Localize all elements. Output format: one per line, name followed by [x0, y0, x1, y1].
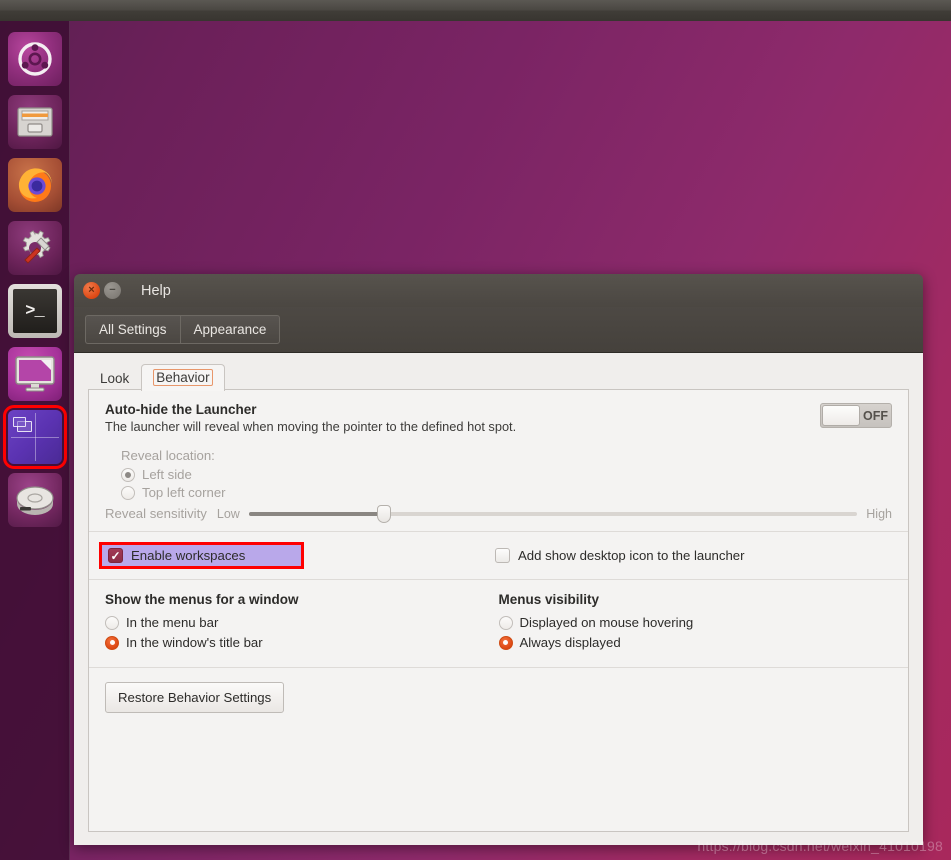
show-menus-option-title-bar-label: In the window's title bar	[126, 635, 263, 650]
show-menus-option-menu-bar-label: In the menu bar	[126, 615, 219, 630]
menus-visibility-option-always-label: Always displayed	[519, 635, 621, 650]
tab-look[interactable]: Look	[88, 366, 141, 391]
appearance-button[interactable]: Appearance	[179, 315, 281, 344]
help-window[interactable]: × − Help All Settings Appearance Look Be…	[74, 274, 923, 845]
show-menus-option-menu-bar[interactable]: In the menu bar	[105, 615, 499, 630]
launcher-item-files[interactable]	[7, 94, 63, 150]
menus-section: Show the menus for a window In the menu …	[89, 580, 908, 668]
reveal-sensitivity-high-label: High	[866, 506, 892, 521]
terminal-prompt-glyph: >_	[12, 289, 57, 333]
watermark-text: https://blog.csdn.net/weixin_41010198	[697, 838, 943, 854]
radio-top-left-corner-icon	[121, 485, 135, 500]
launcher-item-terminal[interactable]: >_	[7, 283, 63, 339]
autohide-toggle-knob	[822, 405, 860, 426]
launcher-item-workspace-switcher[interactable]	[2, 405, 67, 469]
menus-visibility-option-always[interactable]: Always displayed	[498, 635, 893, 650]
reveal-sensitivity-low-label: Low	[216, 506, 240, 521]
radio-displayed-on-mouse-hovering-icon	[498, 615, 513, 630]
radio-in-the-menu-bar-icon	[105, 615, 119, 630]
enable-workspaces-label: Enable workspaces	[131, 548, 246, 563]
file-cabinet-icon	[7, 95, 62, 149]
add-show-desktop-icon-row[interactable]: Add show desktop icon to the launcher	[495, 548, 745, 563]
radio-left-side-icon	[121, 467, 135, 482]
launcher-item-firefox[interactable]	[7, 157, 63, 213]
show-menus-column: Show the menus for a window In the menu …	[105, 592, 499, 655]
reveal-location-label: Reveal location:	[121, 448, 215, 463]
launcher-item-ubuntu-dash[interactable]	[7, 31, 63, 87]
workspace-divider-horizontal	[10, 437, 59, 438]
reveal-sensitivity-label: Reveal sensitivity	[105, 506, 207, 521]
firefox-icon	[7, 158, 62, 212]
reveal-location-group: Reveal location: Left side Top left corn…	[105, 448, 892, 523]
unity-launcher[interactable]: >_	[0, 21, 70, 860]
tab-behavior[interactable]: Behavior	[141, 364, 225, 391]
reveal-option-left-side[interactable]: Left side	[121, 467, 892, 482]
reveal-sensitivity-row: Reveal sensitivity Low High	[105, 504, 892, 523]
minimize-icon[interactable]: −	[104, 282, 121, 299]
workspace-window-thumb-front	[12, 417, 26, 427]
autohide-title: Auto-hide the Launcher	[105, 402, 257, 417]
menus-visibility-option-hovering-label: Displayed on mouse hovering	[519, 615, 694, 630]
window-toolbar: All Settings Appearance	[74, 307, 923, 353]
launcher-item-disk[interactable]	[7, 472, 63, 528]
restore-behavior-settings-button[interactable]: Restore Behavior Settings	[105, 682, 285, 713]
ubuntu-desktop: >_ × − Help All Settings Appearance Look…	[0, 0, 951, 860]
restore-section: Restore Behavior Settings	[89, 668, 908, 727]
tab-behavior-label: Behavior	[153, 369, 213, 386]
ubuntu-logo-icon	[7, 32, 62, 86]
gear-wrench-icon	[7, 221, 62, 275]
show-menus-title: Show the menus for a window	[105, 592, 299, 607]
radio-in-the-windows-title-bar-icon	[105, 635, 119, 650]
reveal-option-left-side-label: Left side	[142, 467, 192, 482]
close-icon[interactable]: ×	[83, 282, 100, 299]
window-titlebar[interactable]: × − Help	[74, 274, 923, 307]
workspace-grid-icon	[7, 410, 62, 464]
autohide-section: Auto-hide the Launcher The launcher will…	[89, 390, 908, 532]
workspaces-row: ✓ Enable workspaces Add show desktop ico…	[89, 532, 908, 580]
enable-workspaces-checkbox-icon[interactable]: ✓	[108, 548, 123, 563]
reveal-sensitivity-slider[interactable]	[248, 504, 858, 523]
enable-workspaces-checkbox-row[interactable]: ✓ Enable workspaces	[99, 542, 305, 569]
autohide-toggle-state: OFF	[863, 408, 888, 423]
monitor-display-icon	[7, 347, 62, 401]
terminal-icon: >_	[7, 284, 62, 338]
tabstrip: Look Behavior	[88, 363, 909, 391]
show-menus-option-title-bar[interactable]: In the window's title bar	[105, 635, 499, 650]
menus-visibility-option-hovering[interactable]: Displayed on mouse hovering	[498, 615, 893, 630]
autohide-toggle[interactable]: OFF	[820, 403, 892, 428]
menus-visibility-column: Menus visibility Displayed on mouse hove…	[498, 592, 893, 655]
menus-visibility-title: Menus visibility	[498, 592, 600, 607]
window-title: Help	[141, 282, 171, 299]
reveal-option-top-left-corner-label: Top left corner	[142, 485, 226, 500]
slider-fill	[248, 511, 389, 516]
top-panel[interactable]	[0, 0, 951, 21]
launcher-item-appearance[interactable]	[7, 346, 63, 402]
behavior-panel: Auto-hide the Launcher The launcher will…	[88, 389, 909, 832]
add-show-desktop-icon-checkbox[interactable]	[495, 548, 510, 563]
autohide-description: The launcher will reveal when moving the…	[105, 419, 517, 434]
reveal-option-top-left-corner[interactable]: Top left corner	[121, 485, 892, 500]
add-show-desktop-icon-label: Add show desktop icon to the launcher	[518, 548, 745, 563]
slider-handle[interactable]	[376, 504, 391, 523]
hard-disk-icon	[7, 473, 62, 527]
launcher-item-settings-tools[interactable]	[7, 220, 63, 276]
radio-always-displayed-icon	[498, 635, 513, 650]
all-settings-button[interactable]: All Settings	[85, 315, 180, 344]
window-content: Look Behavior Auto-hide the Launcher The…	[74, 353, 923, 845]
